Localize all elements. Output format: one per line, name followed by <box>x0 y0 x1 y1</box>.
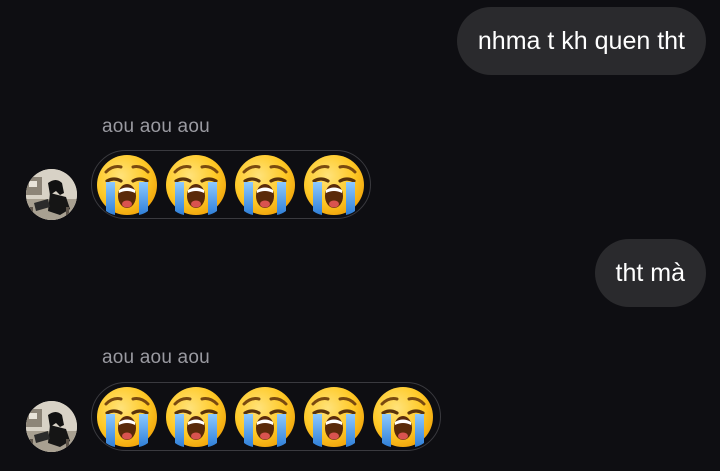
loudly-crying-face-icon <box>301 152 367 218</box>
avatar-image <box>26 401 77 452</box>
loudly-crying-face-icon <box>94 152 160 218</box>
sender-name: aou aou aou <box>102 347 210 368</box>
loudly-crying-face-icon <box>163 152 229 218</box>
chat-thread: nhma t kh quen tht aou aou aou tht mà ao… <box>0 0 720 471</box>
loudly-crying-face-icon <box>163 384 229 450</box>
avatar[interactable] <box>26 401 77 452</box>
incoming-emoji-message[interactable] <box>91 150 371 219</box>
loudly-crying-face-icon <box>301 384 367 450</box>
outgoing-message-bubble[interactable]: nhma t kh quen tht <box>456 7 706 75</box>
loudly-crying-face-icon <box>232 384 298 450</box>
outgoing-message-bubble[interactable]: tht mà <box>594 239 706 307</box>
avatar-image <box>26 169 77 220</box>
incoming-emoji-message[interactable] <box>91 382 441 451</box>
loudly-crying-face-icon <box>94 384 160 450</box>
loudly-crying-face-icon <box>370 384 436 450</box>
sender-name: aou aou aou <box>102 116 210 137</box>
loudly-crying-face-icon <box>232 152 298 218</box>
avatar[interactable] <box>26 169 77 220</box>
